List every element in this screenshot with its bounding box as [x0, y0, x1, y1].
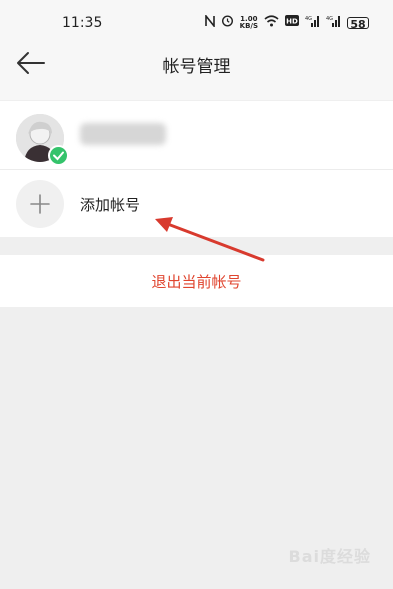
plus-icon: [30, 194, 50, 214]
add-account-label: 添加帐号: [80, 196, 141, 214]
current-account-row[interactable]: [0, 101, 393, 169]
logout-button[interactable]: 退出当前帐号: [0, 255, 393, 307]
wifi-icon: [264, 14, 279, 31]
svg-text:4G: 4G: [326, 16, 333, 22]
hd-icon: HD: [285, 15, 299, 30]
net-speed: 1.00 KB/S: [239, 15, 258, 30]
signal-4g-icon-1: 4G: [305, 15, 320, 31]
watermark-logo: Bai度经验: [288, 547, 371, 566]
svg-text:HD: HD: [286, 18, 298, 26]
signal-4g-icon-2: 4G: [326, 15, 341, 31]
svg-text:4G: 4G: [305, 16, 312, 22]
page-title: 帐号管理: [162, 57, 231, 77]
status-bar: 11:35 1.00 KB/S HD 4G 4G 58: [0, 0, 393, 44]
check-icon: [53, 151, 64, 161]
status-icons: 1.00 KB/S HD 4G 4G 58: [204, 13, 369, 31]
check-badge: [48, 145, 69, 166]
battery-icon: 58: [347, 16, 369, 31]
alarm-icon: [221, 14, 234, 31]
account-list: 添加帐号: [0, 101, 393, 237]
add-account-row[interactable]: 添加帐号: [0, 170, 393, 237]
header: 帐号管理: [0, 44, 393, 100]
username-blurred: [80, 123, 166, 145]
nfc-icon: [204, 13, 215, 31]
add-account-button[interactable]: [16, 180, 64, 228]
logout-label: 退出当前帐号: [151, 273, 242, 291]
status-time: 11:35: [62, 15, 103, 31]
net-speed-unit: KB/S: [239, 21, 258, 30]
